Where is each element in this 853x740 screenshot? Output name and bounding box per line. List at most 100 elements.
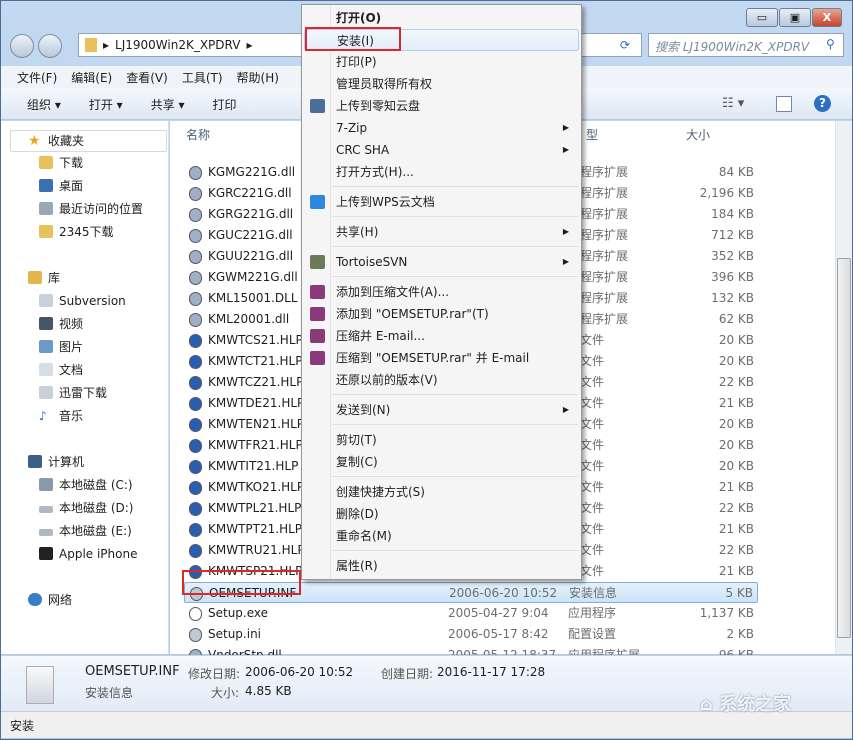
file-size: 62 KB (718, 312, 754, 326)
nav-network[interactable]: 网络 (28, 590, 72, 610)
menu-item[interactable]: TortoiseSVN ▶ (304, 251, 579, 273)
file-type: 配置设置 (568, 627, 617, 641)
menu-item[interactable]: 剪切(T) (304, 429, 579, 451)
menu-separator (332, 424, 578, 425)
menu-item[interactable]: 上传到零知云盘 (304, 95, 579, 117)
menu-file[interactable]: 文件(F) (17, 69, 57, 85)
forward-button[interactable] (38, 34, 62, 58)
organize-button[interactable]: 组织 ▾ (27, 96, 61, 112)
phone-icon (39, 547, 53, 560)
menu-separator (332, 550, 578, 551)
documents-icon (39, 363, 53, 376)
menu-item[interactable]: 上传到WPS云文档 (304, 191, 579, 213)
menu-item[interactable]: 压缩到 "OEMSETUP.rar" 并 E-mail (304, 347, 579, 369)
file-name: KMWTEN21.HLP (208, 417, 305, 431)
desktop-icon (39, 179, 53, 192)
created-value: 2016-11-17 17:28 (437, 665, 546, 679)
file-size: 20 KB (718, 459, 754, 473)
menu-help[interactable]: 帮助(H) (237, 69, 279, 85)
tortoisesvn-icon (310, 255, 325, 269)
file-icon (189, 355, 202, 369)
minimize-button[interactable]: ▭ (746, 8, 778, 27)
nav-drive-e[interactable]: 本地磁盘 (E:) (39, 521, 132, 541)
nav-favorites[interactable]: ★ 收藏夹 (28, 131, 84, 151)
search-input[interactable]: 搜索 LJ1900Win2K_XPDRV (648, 33, 844, 57)
menu-item[interactable]: 属性(R) (304, 555, 579, 577)
menu-item[interactable]: CRC SHA ▶ (304, 139, 579, 161)
share-button[interactable]: 共享 ▾ (151, 96, 185, 112)
close-button[interactable]: X (812, 8, 842, 27)
menu-item[interactable]: 还原以前的版本(V) (304, 369, 579, 391)
menu-item[interactable]: 添加到压缩文件(A)... (304, 281, 579, 303)
column-header-type[interactable]: 型 (586, 126, 598, 143)
preview-pane-icon[interactable] (776, 96, 792, 112)
scrollbar-thumb[interactable] (837, 258, 851, 638)
column-header-size[interactable]: 大小 (686, 126, 710, 143)
nav-thunder-downloads[interactable]: 迅雷下载 (39, 383, 107, 403)
nav-drive-d[interactable]: 本地磁盘 (D:) (39, 498, 133, 518)
menu-item[interactable]: 打印(P) (304, 51, 579, 73)
menu-view[interactable]: 查看(V) (126, 69, 168, 85)
open-button[interactable]: 打开 ▾ (89, 96, 123, 112)
folder-icon (39, 156, 53, 169)
maximize-button[interactable]: ▣ (779, 8, 811, 27)
view-options-icon[interactable]: ☷ ▾ (722, 96, 744, 111)
menu-item[interactable]: 打开方式(H)... (304, 161, 579, 183)
nav-drive-c[interactable]: 本地磁盘 (C:) (39, 475, 133, 495)
file-name: KGUU221G.dll (208, 249, 294, 263)
file-icon (189, 208, 202, 222)
menu-tools[interactable]: 工具(T) (182, 69, 223, 85)
file-row[interactable]: Setup.exe 2005-04-27 9:04 应用程序 1,137 KB (184, 603, 758, 624)
nav-desktop[interactable]: 桌面 (39, 176, 83, 196)
breadcrumb-folder[interactable]: LJ1900Win2K_XPDRV (115, 38, 240, 52)
modified-value: 2006-06-20 10:52 (245, 665, 354, 679)
nav-library[interactable]: 库 (28, 268, 60, 288)
folder-icon (85, 38, 97, 52)
nav-2345-downloads[interactable]: 2345下载 (39, 222, 114, 242)
file-name: KMWTDE21.HLP (208, 396, 305, 410)
file-icon (189, 418, 202, 432)
column-header-name[interactable]: 名称 (186, 126, 210, 143)
menu-item[interactable]: 添加到 "OEMSETUP.rar"(T) (304, 303, 579, 325)
menu-item[interactable]: 7-Zip ▶ (304, 117, 579, 139)
file-icon (189, 439, 202, 453)
nav-videos[interactable]: 视频 (39, 314, 83, 334)
nav-apple-iphone[interactable]: Apple iPhone (39, 544, 137, 564)
print-button[interactable]: 打印 (213, 96, 237, 112)
menu-item[interactable]: 删除(D) (304, 503, 579, 525)
file-size: 712 KB (711, 228, 754, 242)
menu-item[interactable]: 打开(O) (304, 7, 579, 29)
file-row[interactable]: Setup.ini 2006-05-17 8:42 配置设置 2 KB (184, 624, 758, 645)
menu-item[interactable]: 共享(H) ▶ (304, 221, 579, 243)
nav-music[interactable]: ♪ 音乐 (39, 406, 83, 426)
refresh-icon[interactable]: ⟳ (620, 38, 630, 52)
help-icon[interactable]: ? (814, 95, 831, 112)
menu-item[interactable]: 重命名(M) (304, 525, 579, 547)
nav-downloads[interactable]: 下载 (39, 153, 83, 173)
nav-documents[interactable]: 文档 (39, 360, 83, 380)
nav-subversion[interactable]: Subversion (39, 291, 126, 311)
nav-recent[interactable]: 最近访问的位置 (39, 199, 143, 219)
file-date: 2005-04-27 9:04 (448, 606, 549, 620)
library-icon (39, 294, 53, 307)
highlight-box-install (305, 27, 401, 51)
search-icon[interactable]: ⚲ (826, 37, 835, 51)
file-size: 84 KB (718, 165, 754, 179)
file-name: KMWTIT21.HLP (208, 459, 299, 473)
library-icon (28, 271, 42, 284)
nav-computer[interactable]: 计算机 (28, 452, 84, 472)
menu-item[interactable]: 管理员取得所有权 (304, 73, 579, 95)
menu-edit[interactable]: 编辑(E) (71, 69, 112, 85)
file-size: 20 KB (718, 417, 754, 431)
menu-item[interactable]: 发送到(N) ▶ (304, 399, 579, 421)
menu-item[interactable]: 创建快捷方式(S) (304, 481, 579, 503)
watermark-logo: ⌂ 系统之家 (700, 694, 792, 715)
drive-icon (39, 478, 53, 491)
menu-item[interactable]: 压缩并 E-mail... (304, 325, 579, 347)
file-size: 21 KB (718, 522, 754, 536)
nav-pictures[interactable]: 图片 (39, 337, 83, 357)
back-button[interactable] (10, 34, 34, 58)
file-date: 2006-06-20 10:52 (449, 586, 558, 600)
menu-item[interactable]: 复制(C) (304, 451, 579, 473)
submenu-arrow-icon: ▶ (562, 145, 569, 154)
